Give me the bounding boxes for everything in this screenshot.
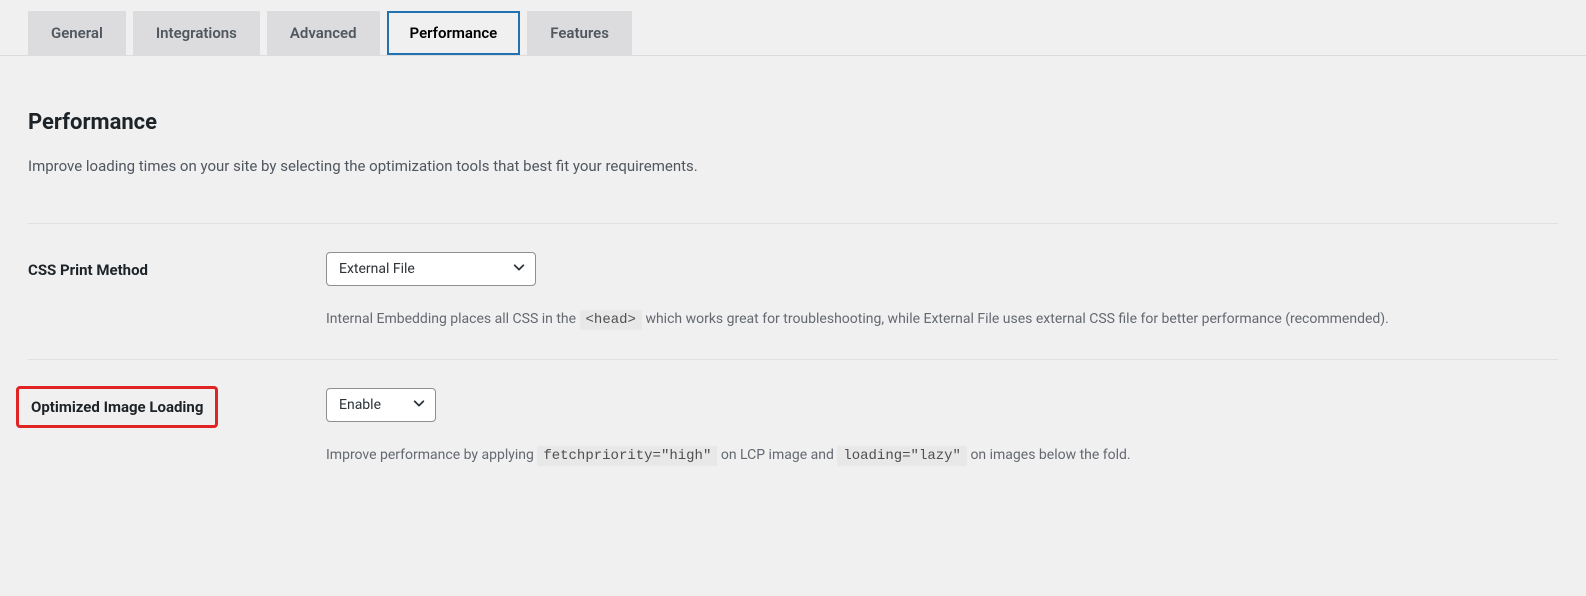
select-wrap: External File	[326, 252, 536, 286]
page-description: Improve loading times on your site by se…	[28, 157, 1558, 175]
tab-integrations[interactable]: Integrations	[133, 11, 260, 55]
tab-performance[interactable]: Performance	[387, 11, 521, 55]
optimized-image-loading-select[interactable]: Enable	[326, 388, 436, 422]
desc-text: Improve performance by applying	[326, 447, 537, 463]
code-snippet: fetchpriority="high"	[537, 446, 717, 466]
code-snippet: <head>	[580, 310, 642, 330]
tab-advanced[interactable]: Advanced	[267, 11, 380, 55]
setting-label-optimized-image: Optimized Image Loading	[16, 386, 218, 428]
desc-text: on LCP image and	[721, 447, 837, 463]
desc-text: on images below the fold.	[970, 447, 1130, 463]
desc-text: which works great for troubleshooting, w…	[645, 311, 1388, 327]
select-wrap: Enable	[326, 388, 436, 422]
css-print-description: Internal Embedding places all CSS in the…	[326, 308, 1426, 331]
tab-general[interactable]: General	[28, 11, 126, 55]
tab-features[interactable]: Features	[527, 11, 632, 55]
tabs-nav: General Integrations Advanced Performanc…	[0, 0, 1586, 56]
setting-content-optimized-image: Enable Improve performance by applying f…	[326, 388, 1426, 467]
page-heading: Performance	[28, 110, 1558, 135]
setting-label-css-print: CSS Print Method	[28, 252, 326, 331]
setting-css-print-method: CSS Print Method External File Internal …	[28, 224, 1558, 359]
optimized-image-description: Improve performance by applying fetchpri…	[326, 444, 1426, 467]
code-snippet: loading="lazy"	[837, 446, 967, 466]
content-area: Performance Improve loading times on you…	[0, 110, 1586, 496]
setting-optimized-image-loading: Optimized Image Loading Enable Improve p…	[28, 360, 1558, 495]
desc-text: Internal Embedding places all CSS in the	[326, 311, 580, 327]
label-wrap: Optimized Image Loading	[28, 388, 326, 467]
css-print-method-select[interactable]: External File	[326, 252, 536, 286]
setting-content-css-print: External File Internal Embedding places …	[326, 252, 1426, 331]
